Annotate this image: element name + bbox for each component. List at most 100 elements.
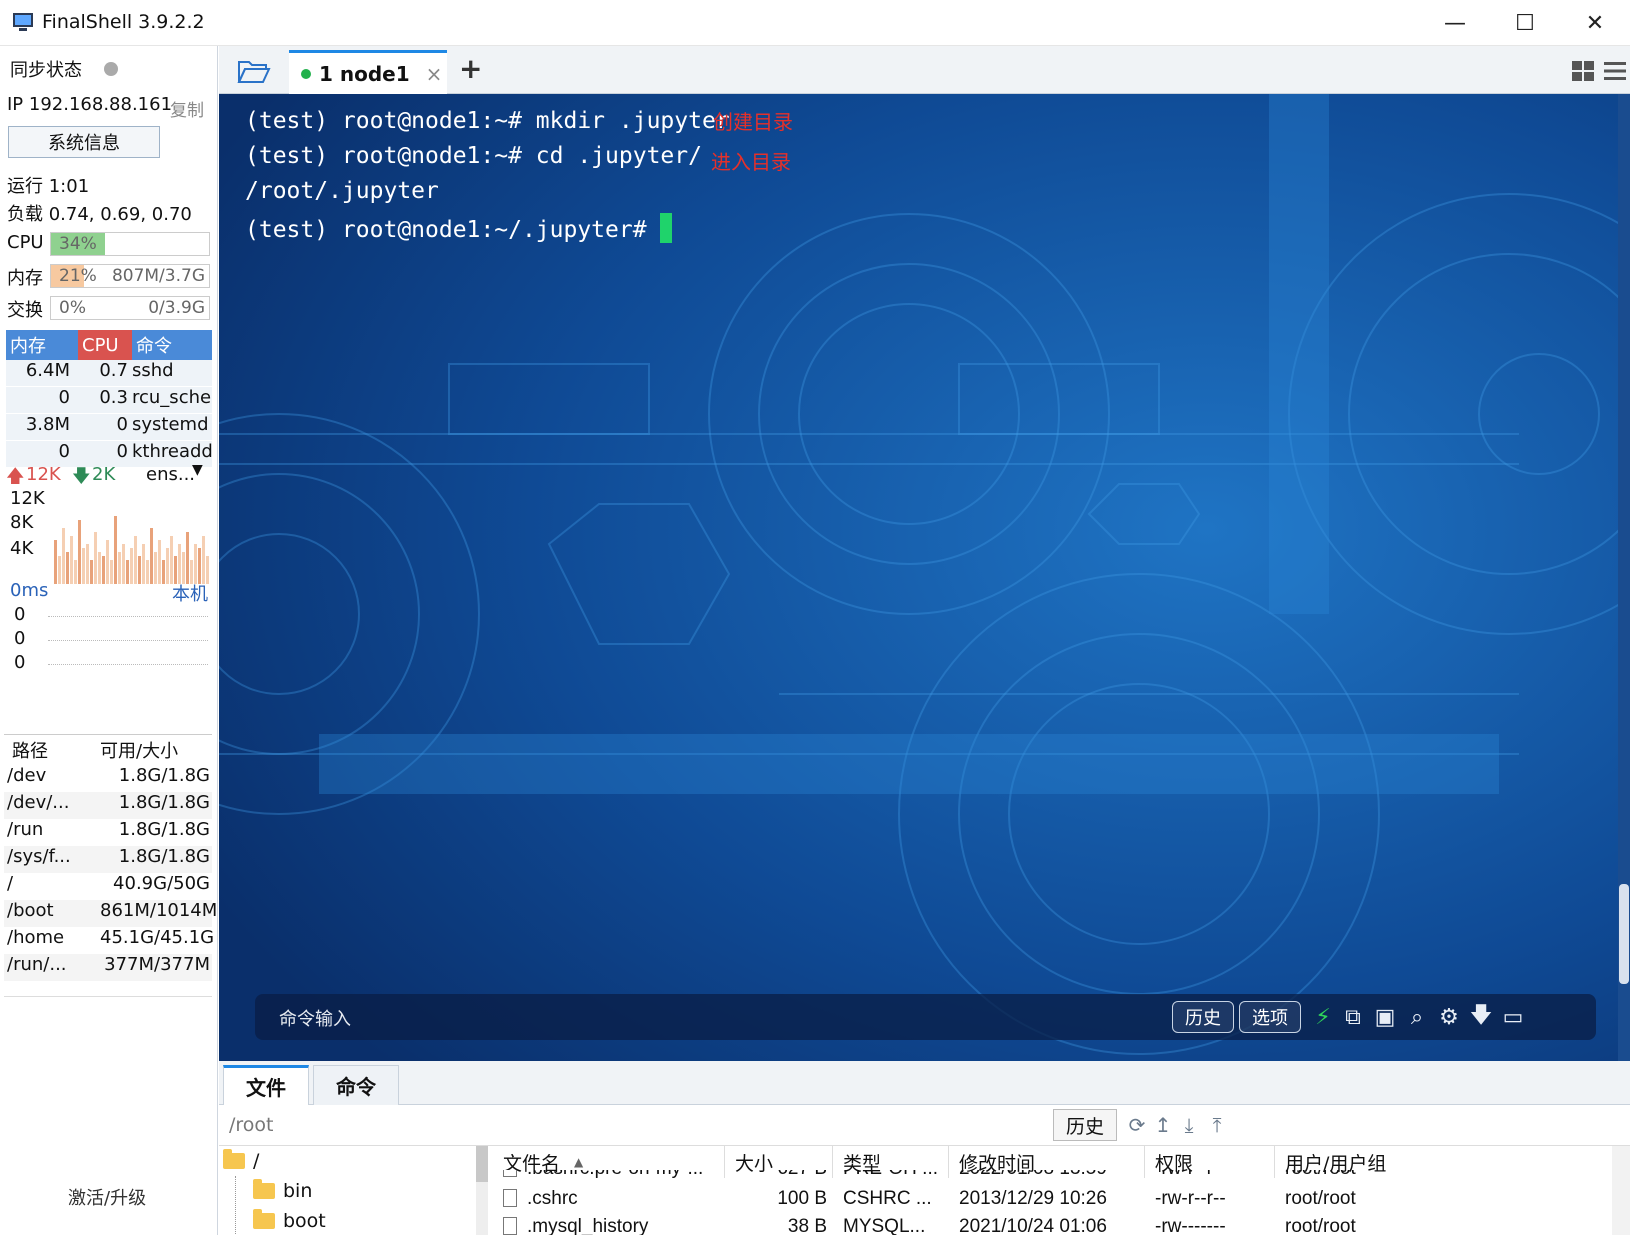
terminal-scrollbar[interactable]	[1618, 94, 1630, 1061]
copy-icon[interactable]: ⧉	[1339, 1003, 1367, 1031]
file-name: .mysql_history	[493, 1216, 725, 1235]
proc-col-cmd[interactable]: 命令	[132, 330, 212, 360]
tree-item-boot[interactable]: boot	[253, 1209, 326, 1232]
command-input-placeholder[interactable]: 命令输入	[279, 1005, 351, 1031]
close-tab-icon[interactable]: ×	[426, 62, 443, 86]
table-row[interactable]: .bashrc.pre-oh-my-... 627 B PRE-OH ... 2…	[493, 1170, 1425, 1186]
traffic-bar	[86, 544, 89, 584]
tree-item-label: bin	[283, 1180, 313, 1202]
maximize-button[interactable]: ☐	[1490, 0, 1560, 46]
traffic-bar	[54, 540, 57, 584]
paste-icon[interactable]: ▣	[1371, 1003, 1399, 1031]
folder-open-icon[interactable]	[237, 58, 271, 84]
disk-size: 377M/377M	[104, 954, 210, 975]
ping-value: 0	[14, 628, 26, 649]
add-tab-button[interactable]: +	[459, 52, 482, 85]
traffic-bar	[134, 536, 137, 584]
file-owner: root/root	[1275, 1170, 1425, 1186]
disk-col-size[interactable]: 可用/大小	[100, 737, 212, 763]
process-table: 内存 CPU 命令 6.4M 0.7 sshd 0 0.3 rcu_sche 3.8M 0…	[6, 330, 212, 468]
traffic-bar	[78, 520, 81, 584]
annotation-create-dir: 创建目录	[713, 110, 793, 134]
table-row[interactable]: .mysql_history 38 B MYSQL... 2021/10/24 …	[493, 1216, 1425, 1235]
traffic-bar	[162, 560, 165, 584]
upload-icon[interactable]: ⤒	[1203, 1111, 1231, 1139]
chevron-down-icon[interactable]: ▼	[192, 462, 203, 478]
file-perm: -rw-r--r--	[1155, 1188, 1226, 1209]
tree-scrollbar[interactable]	[476, 1146, 488, 1235]
table-row: /dev/... 1.8G/1.8G	[4, 792, 212, 819]
search-icon[interactable]: ⌕	[1403, 1003, 1431, 1031]
proc-col-mem[interactable]: 内存	[6, 330, 78, 360]
tab-node1[interactable]: 1 node1 ×	[289, 50, 447, 94]
lightning-icon[interactable]: ⚡	[1309, 1003, 1337, 1031]
net-upload-rate: 12K	[26, 464, 61, 485]
traffic-bar	[110, 560, 113, 584]
title-bar: FinalShell 3.9.2.2 — ☐ ✕	[0, 0, 1630, 46]
terminal-panel[interactable]: (test) root@node1:~# mkdir .jupyter 创建目录…	[219, 94, 1630, 1061]
table-row[interactable]: .cshrc 100 B CSHRC ... 2013/12/29 10:26 …	[493, 1188, 1425, 1216]
history-button[interactable]: 历史	[1172, 1001, 1234, 1033]
net-tick: 8K	[10, 512, 34, 533]
traffic-bar	[198, 548, 201, 584]
ping-target[interactable]: 本机	[172, 580, 208, 606]
proc-col-cpu[interactable]: CPU	[78, 330, 132, 360]
refresh-icon[interactable]: ⟳	[1123, 1111, 1151, 1139]
mem-label: 内存	[7, 268, 43, 289]
disk-path: /run/...	[7, 954, 67, 975]
file-type: PRE-OH ...	[833, 1170, 949, 1186]
copy-ip-button[interactable]: 复制	[170, 96, 204, 121]
gear-icon[interactable]: ⚙	[1435, 1003, 1463, 1031]
traffic-bar	[98, 552, 101, 584]
folder-icon	[253, 1179, 275, 1199]
disk-path: /boot	[7, 900, 54, 921]
file-name-label: .bashrc.pre-oh-my-...	[527, 1170, 703, 1179]
tree-scroll-thumb[interactable]	[476, 1146, 488, 1182]
tab-commands[interactable]: 命令	[313, 1065, 399, 1105]
traffic-bar	[170, 536, 173, 584]
file-perm: -rw-------	[1155, 1216, 1226, 1235]
path-history-button[interactable]: 历史	[1053, 1109, 1117, 1141]
table-row[interactable]: 0 0.3 rcu_sche	[6, 387, 212, 414]
traffic-bar	[102, 556, 105, 584]
swap-detail: 0/3.9G	[148, 298, 205, 318]
file-path-bar: /root 历史 ⟳ ↥ ⤓ ⤒	[219, 1105, 1630, 1145]
menu-icon[interactable]	[1603, 60, 1627, 82]
disk-path: /home	[7, 927, 65, 948]
table-row[interactable]: 3.8M 0 systemd	[6, 414, 212, 441]
file-name: .cshrc	[493, 1188, 725, 1216]
tree-item-root[interactable]: /	[223, 1149, 259, 1172]
swap-percent: 0%	[59, 298, 86, 318]
system-info-button[interactable]: 系统信息	[8, 126, 160, 158]
net-interface-select[interactable]: ens...	[146, 464, 195, 485]
close-button[interactable]: ✕	[1560, 0, 1630, 46]
table-row: / 40.9G/50G	[4, 873, 212, 900]
download-arrow-icon[interactable]: 🡇	[1467, 1003, 1495, 1031]
terminal-cursor	[660, 213, 673, 243]
current-path-input[interactable]: /root	[229, 1114, 274, 1136]
traffic-bar	[66, 552, 69, 584]
minimize-button[interactable]: —	[1420, 0, 1490, 46]
terminal-scroll-thumb[interactable]	[1619, 884, 1629, 984]
options-button[interactable]: 选项	[1239, 1001, 1301, 1033]
parent-dir-icon[interactable]: ↥	[1149, 1111, 1177, 1139]
table-row[interactable]: 6.4M 0.7 sshd	[6, 360, 212, 387]
traffic-bar	[118, 552, 121, 584]
command-input-bar[interactable]: 命令输入 历史 选项 ⚡ ⧉ ▣ ⌕ ⚙ 🡇 ▭	[255, 994, 1596, 1040]
swap-label: 交换	[7, 300, 43, 321]
terminal-line: /root/.jupyter	[245, 178, 439, 204]
disk-table-header: 路径 可用/大小	[4, 735, 212, 765]
window-icon[interactable]: ▭	[1499, 1003, 1527, 1031]
traffic-bar	[194, 544, 197, 584]
layout-grid-icon[interactable]	[1571, 60, 1595, 82]
traffic-bar	[166, 548, 169, 584]
download-icon[interactable]: ⤓	[1175, 1111, 1203, 1139]
traffic-bar	[146, 560, 149, 584]
tab-files[interactable]: 文件	[223, 1065, 309, 1105]
tree-item-bin[interactable]: bin	[253, 1179, 313, 1202]
file-list-scrollbar[interactable]	[1612, 1146, 1630, 1235]
proc-cmd: rcu_sche	[132, 387, 212, 408]
disk-col-path[interactable]: 路径	[4, 737, 100, 763]
activate-upgrade-link[interactable]: 激活/升级	[68, 1184, 146, 1210]
terminal-prompt-line: (test) root@node1:~/.jupyter#	[245, 213, 673, 243]
